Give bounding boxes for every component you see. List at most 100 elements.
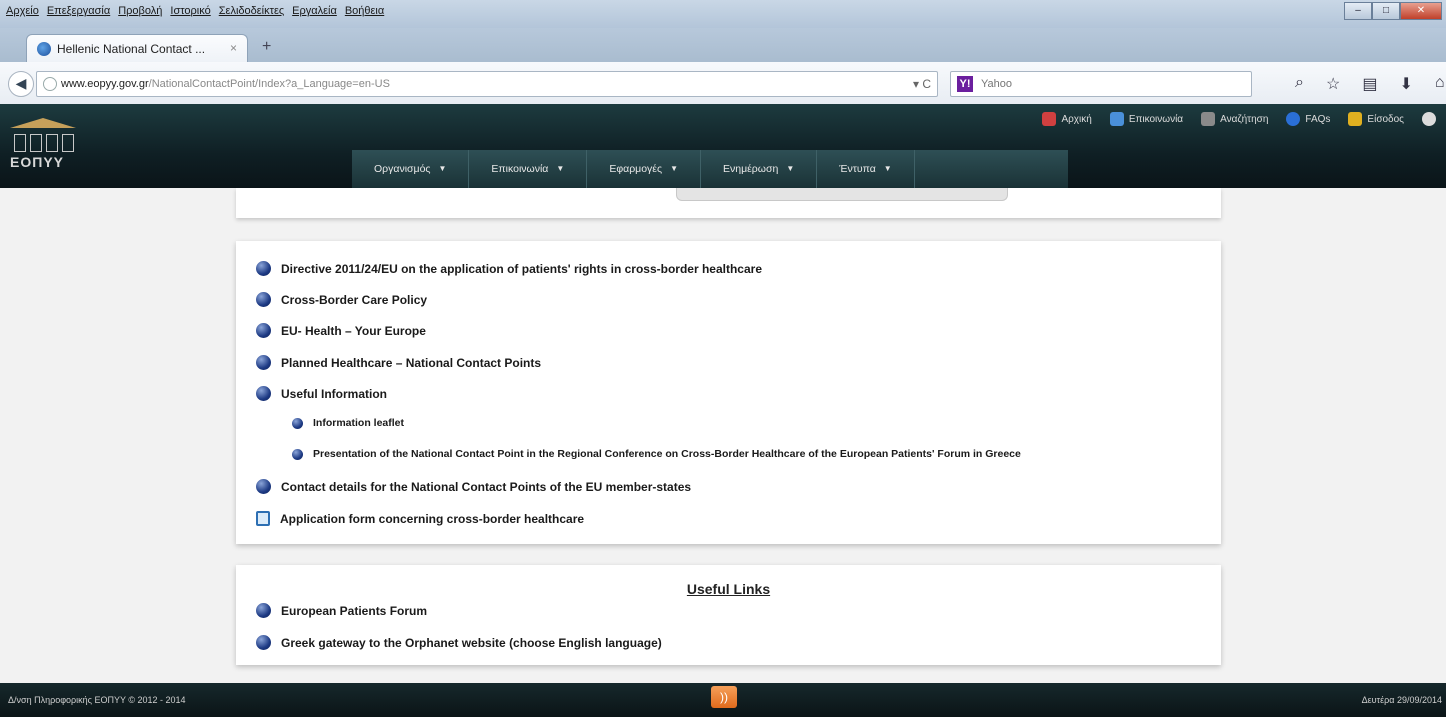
site-header: ΕΟΠΥΥ Αρχική Επικοινωνία Αναζήτηση FAQs …	[0, 104, 1446, 188]
contact-icon	[1109, 112, 1124, 126]
search-bar[interactable]: Y!	[950, 71, 1252, 97]
link-useful-information[interactable]: Useful Information	[256, 386, 387, 401]
link-label: EU- Health – Your Europe	[281, 323, 426, 338]
window-controls: – □ ✕	[1344, 2, 1442, 20]
link-label: Cross-Border Care Policy	[281, 292, 428, 307]
bullet-icon	[256, 261, 271, 276]
caret-down-icon: ▼	[556, 164, 565, 173]
browser-menubar: Αρχείο Επεξεργασία Προβολή Ιστορικό Σελι…	[0, 0, 1446, 28]
top-link-label: Αναζήτηση	[1220, 113, 1269, 125]
nav-contact[interactable]: Επικοινωνία ▼	[469, 150, 588, 188]
new-tab-button[interactable]: +	[262, 38, 271, 56]
download-icon[interactable]: ⬇	[1399, 74, 1412, 94]
link-planned-healthcare[interactable]: Planned Healthcare – National Contact Po…	[256, 355, 541, 370]
link-directive[interactable]: Directive 2011/24/EU on the application …	[256, 261, 762, 276]
nav-organization[interactable]: Οργανισμός ▼	[352, 150, 470, 188]
url-host: www.eopyy.gov.gr	[61, 78, 149, 90]
maximize-button[interactable]: □	[1372, 2, 1400, 20]
browser-toolbar-icons: ⌕ ☆ ▤ ⬇ ⌂ ≡	[1295, 74, 1446, 94]
site-favicon-icon	[37, 42, 51, 56]
nav-label: Ενημέρωση	[722, 163, 779, 175]
top-link-label: Επικοινωνία	[1128, 113, 1184, 125]
footer-copyright: Δ/νση Πληροφορικής ΕΟΠΥΥ © 2012 - 2014	[8, 695, 186, 705]
caret-down-icon: ▼	[438, 164, 447, 173]
menu-history[interactable]: Ιστορικό	[170, 5, 210, 17]
nav-applications[interactable]: Εφαρμογές ▼	[587, 150, 701, 188]
top-link-contact[interactable]: Επικοινωνία	[1109, 112, 1184, 126]
link-application-form[interactable]: Application form concerning cross-border…	[256, 511, 584, 526]
menu-tools[interactable]: Εργαλεία	[292, 5, 337, 17]
useful-links-panel: Useful Links European Patients Forum Gre…	[236, 565, 1221, 665]
nav-label: Επικοινωνία	[491, 163, 549, 175]
close-window-button[interactable]: ✕	[1400, 2, 1442, 20]
link-presentation[interactable]: Presentation of the National Contact Poi…	[292, 448, 1021, 460]
link-cross-border-policy[interactable]: Cross-Border Care Policy	[256, 292, 427, 307]
tab-active[interactable]: Hellenic National Contact ... ×	[26, 34, 248, 63]
top-link-label: FAQs	[1305, 113, 1331, 125]
top-links: Αρχική Επικοινωνία Αναζήτηση FAQs Είσοδο…	[1042, 112, 1436, 126]
nav-label: Εφαρμογές	[609, 163, 663, 175]
bullet-icon	[256, 603, 271, 618]
tab-title: Hellenic National Contact ...	[57, 42, 206, 56]
bullet-icon	[256, 635, 271, 650]
help-icon	[1286, 112, 1301, 126]
top-link-home[interactable]: Αρχική	[1042, 112, 1092, 126]
link-label: Useful Information	[281, 386, 388, 401]
star-icon[interactable]: ☆	[1326, 74, 1340, 94]
search-input[interactable]	[979, 74, 1213, 94]
top-link-label: Αρχική	[1061, 113, 1092, 125]
menu-view[interactable]: Προβολή	[118, 5, 162, 17]
info-icon[interactable]	[1422, 112, 1436, 126]
link-label: European Patients Forum	[281, 603, 428, 618]
useful-links-title: Useful Links	[686, 581, 771, 597]
logo-roof-icon	[10, 118, 76, 128]
bookmarks-icon[interactable]: ▤	[1362, 74, 1377, 94]
nav-forms[interactable]: Έντυπα ▼	[817, 150, 915, 188]
caret-down-icon: ▼	[883, 164, 892, 173]
menu-file[interactable]: Αρχείο	[6, 5, 39, 17]
menu-items: Αρχείο Επεξεργασία Προβολή Ιστορικό Σελι…	[6, 5, 384, 17]
link-label: Presentation of the National Contact Poi…	[313, 448, 1021, 460]
menu-help[interactable]: Βοήθεια	[345, 5, 384, 17]
link-orphanet[interactable]: Greek gateway to the Orphanet website (c…	[256, 635, 662, 650]
menu-bookmarks[interactable]: Σελιδοδείκτες	[219, 5, 284, 17]
top-link-search[interactable]: Αναζήτηση	[1201, 112, 1268, 126]
bullet-icon	[256, 292, 271, 307]
home-icon[interactable]: ⌂	[1435, 74, 1445, 94]
login-icon	[1348, 112, 1363, 126]
previous-panel	[236, 188, 1221, 218]
caret-down-icon: ▼	[786, 164, 795, 173]
bullet-icon	[292, 448, 303, 460]
link-label: Information leaflet	[313, 417, 405, 429]
panel-tab-stub	[676, 188, 1008, 201]
minimize-button[interactable]: –	[1344, 2, 1372, 20]
top-link-faqs[interactable]: FAQs	[1286, 112, 1330, 126]
link-label: Directive 2011/24/EU on the application …	[281, 261, 762, 276]
link-label: Greek gateway to the Orphanet website (c…	[281, 635, 662, 650]
logo-text: ΕΟΠΥΥ	[10, 154, 65, 170]
link-contact-details[interactable]: Contact details for the National Contact…	[256, 479, 691, 494]
top-link-login[interactable]: Είσοδος	[1348, 112, 1404, 126]
rss-icon[interactable]: ))	[711, 686, 737, 708]
search-icon	[1201, 112, 1216, 126]
yahoo-icon[interactable]: Y!	[957, 76, 973, 92]
link-label: Application form concerning cross-border…	[280, 511, 585, 526]
bullet-icon	[256, 479, 271, 494]
link-information-leaflet[interactable]: Information leaflet	[292, 417, 404, 429]
reload-icon[interactable]: ▾ C	[913, 72, 931, 96]
url-bar[interactable]: www.eopyy.gov.gr/NationalContactPoint/In…	[36, 71, 938, 97]
links-panel: Directive 2011/24/EU on the application …	[236, 241, 1221, 544]
search-icon[interactable]: ⌕	[1295, 74, 1304, 94]
bullet-icon	[292, 417, 303, 429]
nav-label: Έντυπα	[839, 163, 876, 175]
bullet-icon	[256, 355, 271, 370]
site-footer: Δ/νση Πληροφορικής ΕΟΠΥΥ © 2012 - 2014 )…	[0, 683, 1446, 717]
eopyy-logo[interactable]: ΕΟΠΥΥ	[10, 118, 98, 178]
nav-news[interactable]: Ενημέρωση ▼	[701, 150, 818, 188]
back-button[interactable]: ◀	[8, 71, 34, 97]
tab-close-icon[interactable]: ×	[230, 41, 237, 55]
link-eu-health[interactable]: EU- Health – Your Europe	[256, 323, 426, 338]
menu-edit[interactable]: Επεξεργασία	[47, 5, 110, 17]
link-european-patients-forum[interactable]: European Patients Forum	[256, 603, 427, 618]
globe-icon	[43, 77, 57, 91]
